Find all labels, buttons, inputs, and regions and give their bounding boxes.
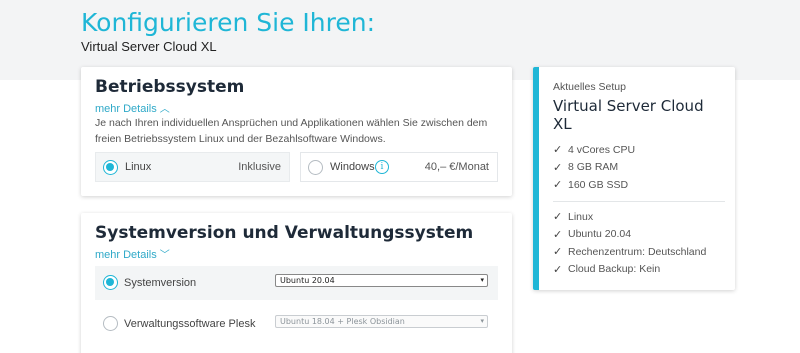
list-item: ✓ 4 vCores CPU (553, 141, 635, 159)
list-item: ✓ Ubuntu 20.04 (553, 226, 706, 244)
setup-summary-card: Aktuelles Setup Virtual Server Cloud XL … (533, 67, 735, 290)
radio-linux[interactable] (103, 160, 118, 175)
more-details-label: mehr Details (95, 249, 157, 261)
page-subtitle: Virtual Server Cloud XL (81, 39, 217, 54)
info-icon[interactable]: i (375, 160, 389, 174)
list-item-label: 8 GB RAM (568, 161, 619, 174)
list-item-label: Rechenzentrum: Deutschland (568, 245, 707, 258)
os-option-price: Inklusive (238, 161, 281, 173)
betriebssystem-title: Betriebssystem (95, 77, 245, 97)
spec-list: ✓ 4 vCores CPU ✓ 8 GB RAM ✓ 160 GB SSD (553, 141, 635, 194)
radio-windows[interactable] (308, 160, 323, 175)
os-option-linux[interactable]: Linux Inklusive (95, 152, 290, 182)
checkmark-icon: ✓ (553, 144, 563, 157)
betriebssystem-description: Je nach Ihren individuellen Ansprüchen u… (95, 117, 488, 145)
betriebssystem-card: Betriebssystem mehr Details ︿ Je nach Ihr… (81, 67, 512, 196)
checkmark-icon: ✓ (553, 211, 563, 224)
systemversion-row[interactable]: Systemversion Ubuntu 20.04 ▾ (95, 266, 498, 300)
os-option-windows[interactable]: Windows i 40,– €/Monat (300, 152, 498, 182)
plesk-select[interactable]: Ubuntu 18.04 + Plesk Obsidian ▾ (275, 315, 488, 328)
systemversion-card: Systemversion und Verwaltungssystem mehr… (81, 213, 512, 353)
list-item: ✓ 160 GB SSD (553, 176, 635, 194)
row-label: Verwaltungssoftware Plesk (124, 318, 256, 330)
list-item: ✓ Cloud Backup: Kein (553, 261, 706, 279)
checkmark-icon: ✓ (553, 263, 563, 276)
checkmark-icon: ✓ (553, 161, 563, 174)
row-label: Systemversion (124, 277, 197, 289)
list-item-label: 160 GB SSD (568, 178, 629, 191)
list-item-label: Cloud Backup: Kein (568, 263, 661, 276)
setup-caption: Aktuelles Setup (553, 81, 626, 93)
checkmark-icon: ✓ (553, 228, 563, 241)
systemversion-title: Systemversion und Verwaltungssystem (95, 223, 474, 243)
chevron-down-icon: ▾ (480, 317, 484, 325)
more-details-link[interactable]: mehr Details ︿ (95, 100, 170, 115)
os-option-label: Linux (125, 161, 152, 173)
checkmark-icon: ✓ (553, 179, 563, 192)
list-item: ✓ Linux (553, 208, 706, 226)
radio-plesk[interactable] (103, 316, 118, 331)
setup-title: Virtual Server Cloud XL (553, 97, 704, 133)
more-details-label: mehr Details (95, 103, 157, 115)
radio-systemversion[interactable] (103, 275, 118, 290)
chevron-down-icon: ﹀ (159, 250, 170, 261)
list-item-label: Linux (568, 210, 594, 223)
chevron-up-icon: ︿ (159, 104, 170, 115)
more-details-link[interactable]: mehr Details ﹀ (95, 246, 170, 261)
list-item: ✓ Rechenzentrum: Deutschland (553, 243, 706, 261)
list-item-label: 4 vCores CPU (568, 143, 636, 156)
os-option-price: 40,– €/Monat (424, 161, 489, 173)
os-option-label: Windows (330, 161, 375, 173)
select-value: Ubuntu 18.04 + Plesk Obsidian (280, 317, 405, 326)
divider (553, 201, 725, 202)
plesk-row[interactable]: Verwaltungssoftware Plesk Ubuntu 18.04 +… (95, 307, 498, 341)
list-item: ✓ 8 GB RAM (553, 159, 635, 177)
checkmark-icon: ✓ (553, 246, 563, 259)
list-item-label: Ubuntu 20.04 (568, 228, 632, 241)
page-title: Konfigurieren Sie Ihren: (81, 8, 375, 37)
systemversion-select[interactable]: Ubuntu 20.04 ▾ (275, 274, 488, 287)
select-value: Ubuntu 20.04 (280, 276, 335, 285)
chevron-down-icon: ▾ (480, 276, 484, 284)
config-list: ✓ Linux ✓ Ubuntu 20.04 ✓ Rechenzentrum: Deu… (553, 208, 706, 278)
